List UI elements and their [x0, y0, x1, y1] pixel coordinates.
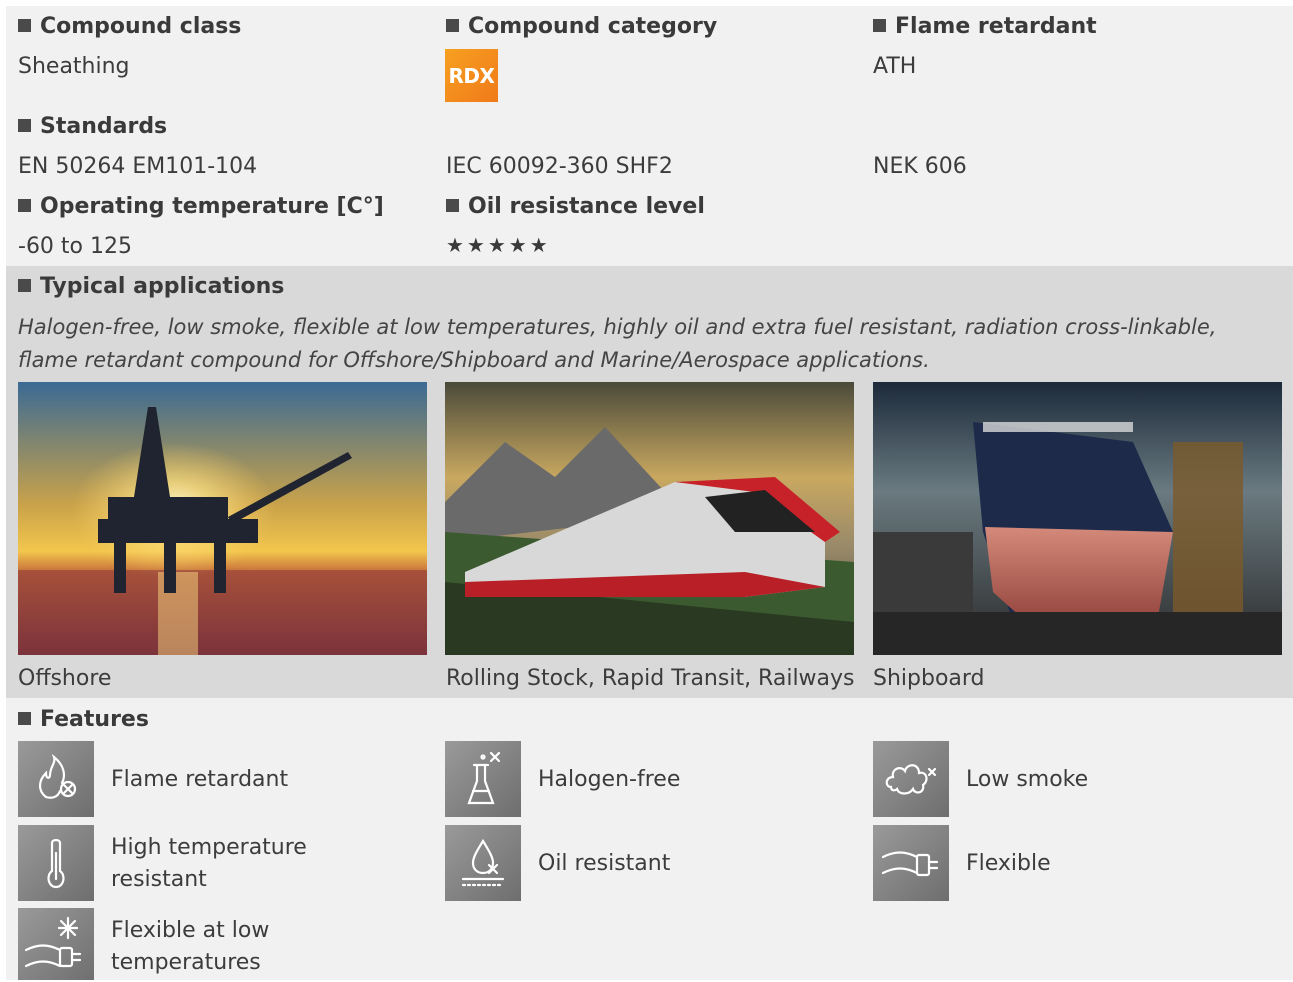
standard-value: NEK 606 — [873, 154, 967, 179]
features-heading: Features — [18, 707, 149, 732]
low-smoke-icon — [873, 741, 949, 817]
halogen-free-icon — [445, 741, 521, 817]
feature-label-oil-resistant: Oil resistant — [538, 851, 671, 876]
oil-resistance-heading: Oil resistance level — [446, 194, 705, 219]
flexible-cable-icon — [873, 825, 949, 901]
operating-temperature-heading: Operating temperature [C°] — [18, 194, 384, 219]
feature-label-flexible-low-temperatures: Flexible at low temperatures — [111, 918, 270, 975]
feature-label-flame-retardant: Flame retardant — [111, 767, 289, 792]
compound-class-value: Sheathing — [18, 54, 130, 79]
shipboard-caption: Shipboard — [873, 666, 985, 691]
oil-resistance-stars: ★★★★★ — [446, 233, 551, 257]
feature-label-high-temperature: High temperature resistant — [111, 835, 307, 892]
railway-train-image — [445, 382, 854, 655]
standard-value: EN 50264 EM101-104 — [18, 154, 258, 179]
shipboard-image — [873, 382, 1282, 655]
offshore-image — [18, 382, 427, 655]
offshore-caption: Offshore — [18, 666, 112, 691]
flame-retardant-heading: Flame retardant — [873, 14, 1097, 39]
standard-value: IEC 60092-360 SHF2 — [446, 154, 673, 179]
railways-caption: Rolling Stock, Rapid Transit, Railways — [446, 666, 855, 691]
compound-class-heading: Compound class — [18, 14, 241, 39]
applications-heading: Typical applications — [18, 274, 284, 299]
flame-retardant-value: ATH — [873, 54, 917, 79]
feature-label-flexible: Flexible — [966, 851, 1051, 876]
compound-category-heading: Compound category — [446, 14, 717, 39]
rdx-category-badge: RDX — [445, 49, 498, 102]
oil-drop-icon — [445, 825, 521, 901]
operating-temperature-value: -60 to 125 — [18, 234, 132, 259]
standards-heading: Standards — [18, 114, 167, 139]
feature-label-low-smoke: Low smoke — [966, 767, 1089, 792]
feature-label-halogen-free: Halogen-free — [538, 767, 681, 792]
applications-description: Halogen-free, low smoke, flexible at low… — [18, 315, 1217, 372]
compound-datasheet: Compound class Compound category Flame r… — [6, 6, 1293, 980]
snowflake-cable-icon — [18, 908, 94, 980]
flame-retardant-icon — [18, 741, 94, 817]
thermometer-icon — [18, 825, 94, 901]
